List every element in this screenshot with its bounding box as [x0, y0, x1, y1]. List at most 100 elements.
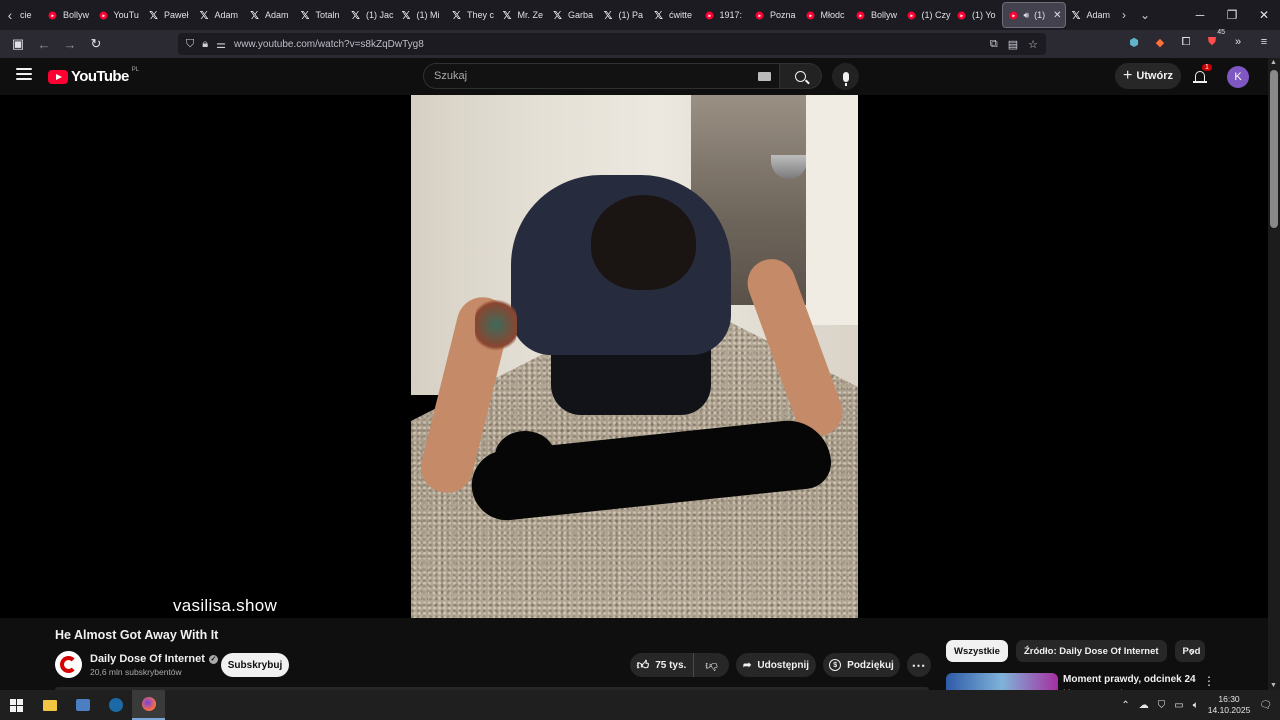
filter-chip[interactable]: Źródło: Daily Dose Of Internet — [1015, 640, 1167, 662]
steam-button[interactable] — [99, 690, 132, 720]
dislike-button[interactable]: 👍︎ — [694, 653, 729, 677]
share-button[interactable]: ➦ Udostępnij — [736, 653, 816, 677]
picture-in-picture-icon[interactable]: ⧉ — [990, 38, 998, 51]
ublock-extension-icon[interactable]: ⛊ 45 — [1204, 29, 1225, 50]
browser-tab[interactable]: 𝕏 (1) Jac — [345, 3, 396, 27]
browser-tab[interactable]: (1) Czy — [901, 3, 952, 27]
more-actions-button[interactable]: ⋯ — [907, 653, 931, 677]
browser-tab[interactable]: Młodc — [800, 3, 851, 27]
guide-menu-icon[interactable] — [16, 68, 32, 82]
video-frame[interactable] — [411, 95, 858, 618]
chips-next-icon[interactable]: › — [1190, 645, 1194, 659]
search-button[interactable] — [780, 63, 822, 89]
subscribe-button[interactable]: Subskrybuj — [221, 653, 289, 677]
firefox-button[interactable] — [132, 690, 165, 720]
browser-tab[interactable]: Bollyw — [42, 3, 93, 27]
list-all-tabs-icon[interactable]: ⌄ — [1140, 8, 1150, 22]
browser-tab[interactable]: 𝕏 (1) Pa — [598, 3, 649, 27]
volume-icon[interactable]: 🔈︎ — [1193, 700, 1199, 711]
notifications-button[interactable]: 1 — [1191, 64, 1212, 85]
more-tools-icon[interactable]: » — [1230, 34, 1246, 50]
browser-tab[interactable]: 𝕏 Mr. Ze — [497, 3, 548, 27]
tab-close-icon[interactable]: ✕ — [1053, 10, 1061, 21]
address-bar[interactable]: ⛉ 🔒︎ ⚌ www.youtube.com/watch?v=s8kZqDwTy… — [178, 33, 1046, 55]
browser-tab[interactable]: 𝕏 They c — [446, 3, 497, 27]
minimize-icon[interactable]: ─ — [1184, 0, 1216, 30]
recommended-menu-icon[interactable]: ⋮ — [1203, 674, 1215, 688]
browser-tab[interactable]: 𝕏 Adam — [1066, 3, 1117, 27]
folder-icon — [42, 699, 57, 711]
youtube-favicon-icon — [705, 11, 713, 19]
browser-tab[interactable]: 𝕏ćwitte — [648, 3, 699, 27]
browser-tab-active[interactable]: 🔊︎ (1) ✕ — [1001, 2, 1066, 28]
fox-extension-icon[interactable]: ◆ — [1152, 34, 1168, 50]
restore-icon[interactable]: ❐ — [1216, 0, 1248, 30]
lock-icon[interactable]: 🔒︎ — [202, 38, 208, 51]
keyboard-icon[interactable] — [758, 72, 771, 81]
reload-icon[interactable]: ↻ — [84, 32, 108, 56]
page-scrollbar[interactable]: ▲ ▼ — [1268, 58, 1280, 690]
youtube-logo[interactable]: YouTube PL — [48, 67, 139, 85]
scroll-down-icon[interactable]: ▼ — [1270, 682, 1277, 689]
cloud-icon[interactable]: ☁ — [1139, 700, 1149, 711]
browser-tab[interactable]: 𝕏 Garba — [547, 3, 598, 27]
browser-tab[interactable]: 𝕏 Adam — [244, 3, 295, 27]
filter-chip[interactable]: Wszystkie — [946, 640, 1008, 662]
browser-tab[interactable]: Pozna — [749, 3, 800, 27]
video-player[interactable]: vasilisa.show — [0, 95, 1268, 618]
bookmark-star-icon[interactable]: ☆ — [1028, 38, 1038, 51]
browser-tab[interactable]: 𝕏 Totaln — [295, 3, 346, 27]
tabs-scroll-left-icon[interactable]: ‹ — [0, 0, 20, 30]
tabs-scroll-right-icon[interactable]: › — [1122, 8, 1126, 22]
channel-avatar[interactable] — [55, 651, 82, 678]
tab-partial[interactable]: cie — [20, 3, 42, 27]
network-icon[interactable]: ▭ — [1174, 700, 1183, 711]
sidebar-toggle-icon[interactable]: ▣ — [6, 32, 30, 56]
voice-search-button[interactable] — [832, 63, 859, 90]
video-metadata: He Almost Got Away With It Daily Dose Of… — [0, 618, 1268, 691]
notification-center-icon[interactable]: 🗨︎ — [1259, 700, 1272, 711]
account-avatar[interactable]: K — [1227, 66, 1249, 88]
scrollbar-thumb[interactable] — [1270, 70, 1278, 228]
tab-label: cie — [20, 10, 32, 20]
extensions-puzzle-icon[interactable]: ⧠ — [1178, 34, 1194, 50]
browser-tab[interactable]: 1917: — [699, 3, 750, 27]
browser-tab[interactable]: 𝕏 Paweł — [143, 3, 194, 27]
channel-name[interactable]: Daily Dose Of Internet — [90, 653, 205, 665]
reader-view-icon[interactable]: ▤ — [1008, 38, 1018, 51]
tab-audio-icon[interactable]: 🔊︎ — [1024, 10, 1030, 21]
tab-label: Paweł — [164, 10, 189, 20]
permissions-icon[interactable]: ⚌ — [216, 38, 226, 51]
back-icon[interactable]: ← — [32, 32, 56, 56]
file-explorer-button[interactable] — [33, 690, 66, 720]
recommended-title[interactable]: Moment prawdy, odcinek 24 — [1063, 674, 1196, 685]
browser-tab[interactable]: 𝕏 Adam — [194, 3, 245, 27]
close-window-icon[interactable]: ✕ — [1248, 0, 1280, 30]
vpn-extension-icon[interactable]: ⬢ — [1126, 34, 1142, 50]
x-favicon-icon: 𝕏 — [654, 8, 663, 22]
youtube-favicon-icon — [907, 11, 915, 19]
super-thanks-icon: $ — [829, 659, 842, 671]
thanks-button[interactable]: $ Podziękuj — [823, 653, 900, 677]
search-input[interactable]: Szukaj — [423, 63, 780, 89]
browser-tab[interactable]: 𝕏 (1) Mi — [396, 3, 447, 27]
show-hidden-icons-icon[interactable]: ⌃ — [1121, 700, 1129, 711]
forward-icon[interactable]: → — [58, 32, 82, 56]
start-button[interactable] — [0, 690, 33, 720]
clock-date: 14.10.2025 — [1207, 705, 1251, 715]
windows-logo-icon — [10, 698, 23, 712]
security-icon[interactable]: ⛉ — [1158, 700, 1166, 711]
browser-tab[interactable]: YouTu — [93, 3, 144, 27]
browser-tab[interactable]: Bollyw — [850, 3, 901, 27]
tracking-shield-icon[interactable]: ⛉ — [186, 38, 194, 51]
create-button[interactable]: + Utwórz — [1115, 63, 1181, 89]
like-button[interactable]: 👍︎ 75 tys. — [630, 653, 694, 677]
clock[interactable]: 16:30 14.10.2025 — [1208, 694, 1251, 716]
channel-name-link[interactable]: Daily Dose Of Internet ✓ — [90, 653, 218, 665]
app-menu-icon[interactable]: ≡ — [1256, 34, 1272, 50]
recommended-thumbnail[interactable] — [946, 673, 1058, 690]
url-text[interactable]: www.youtube.com/watch?v=s8kZqDwTyg8 — [234, 39, 424, 50]
browser-tab[interactable]: (1) Yo — [951, 3, 1002, 27]
scroll-up-icon[interactable]: ▲ — [1270, 59, 1277, 66]
app-button[interactable] — [66, 690, 99, 720]
